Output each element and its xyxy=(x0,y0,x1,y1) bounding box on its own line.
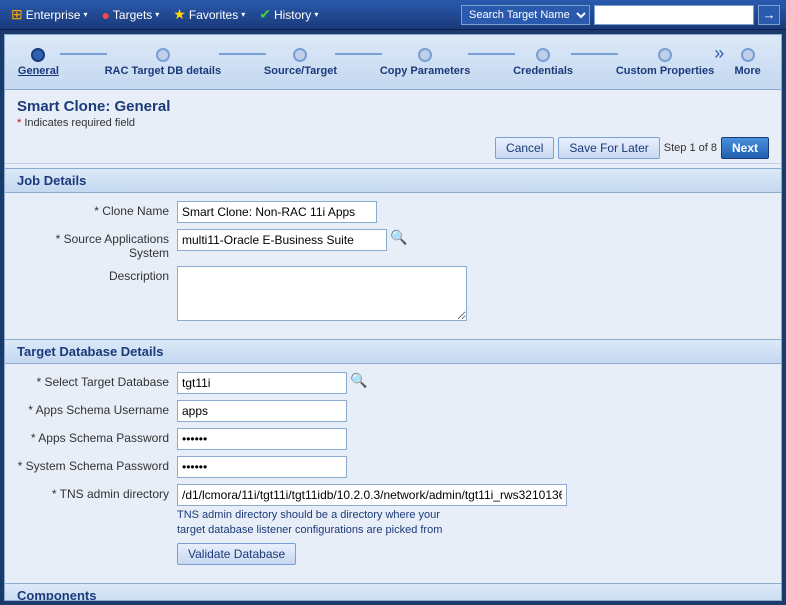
enterprise-icon: ⊞ xyxy=(11,6,23,23)
targets-icon: ● xyxy=(101,7,109,23)
top-save-for-later-button[interactable]: Save For Later xyxy=(558,137,659,159)
search-type-select[interactable]: Search Target Name xyxy=(461,5,590,25)
history-icon: ✔ xyxy=(259,6,271,23)
search-area: Search Target Name → xyxy=(461,5,780,25)
wizard-step-circle-more xyxy=(741,48,755,62)
wizard-step-label-credentials: Credentials xyxy=(513,65,573,77)
wizard-step-circle-custom xyxy=(658,48,672,62)
page-title: Smart Clone: General xyxy=(17,98,769,115)
clone-name-row: * Clone Name xyxy=(17,201,769,223)
wizard-step-general[interactable]: General xyxy=(15,48,62,77)
wizard-step-label-custom: Custom Properties xyxy=(616,65,714,77)
page-header: Smart Clone: General * Indicates require… xyxy=(5,90,781,133)
topbar-history[interactable]: ✔ History ▾ xyxy=(254,4,323,25)
apps-schema-username-label: * Apps Schema Username xyxy=(17,400,177,417)
top-step-label: Step 1 of 8 xyxy=(664,142,717,154)
topbar-favorites[interactable]: ★ Favorites ▾ xyxy=(168,4,250,25)
wizard-step-credentials[interactable]: Credentials xyxy=(513,48,573,77)
wizard-arrow: » xyxy=(714,43,724,64)
history-caret: ▾ xyxy=(314,10,318,19)
wizard-step-label-copy: Copy Parameters xyxy=(380,65,471,77)
tns-help-text: TNS admin directory should be a director… xyxy=(177,508,457,539)
wizard-connector-3 xyxy=(335,53,382,55)
required-star: * xyxy=(17,117,21,129)
apps-schema-username-row: * Apps Schema Username xyxy=(17,400,769,422)
topbar-enterprise[interactable]: ⊞ Enterprise ▾ xyxy=(6,4,92,25)
clone-name-label: * Clone Name xyxy=(17,201,177,218)
description-textarea[interactable] xyxy=(177,266,467,321)
system-schema-password-label: * System Schema Password xyxy=(17,456,177,473)
search-button[interactable]: → xyxy=(758,5,780,25)
source-apps-label: * Source Applications System xyxy=(17,229,177,260)
enterprise-caret: ▾ xyxy=(83,10,87,19)
search-input[interactable] xyxy=(594,5,754,25)
topbar-targets[interactable]: ● Targets ▾ xyxy=(96,5,164,25)
components-header: Components xyxy=(5,583,781,601)
job-details-form: * Clone Name * Source Applications Syste… xyxy=(5,193,781,335)
wizard-bar: General RAC Target DB details Source/Tar… xyxy=(5,35,781,90)
clone-name-input[interactable] xyxy=(177,201,377,223)
target-db-header: Target Database Details xyxy=(5,339,781,364)
favorites-label: Favorites xyxy=(189,8,238,22)
apps-schema-password-label: * Apps Schema Password xyxy=(17,428,177,445)
wizard-connector-4 xyxy=(468,53,515,55)
main-content: General RAC Target DB details Source/Tar… xyxy=(4,34,782,601)
wizard-connector-5 xyxy=(571,53,618,55)
source-apps-input[interactable] xyxy=(177,229,387,251)
top-next-button[interactable]: Next xyxy=(721,137,769,159)
apps-schema-username-input[interactable] xyxy=(177,400,347,422)
wizard-step-circle-credentials xyxy=(536,48,550,62)
description-label: Description xyxy=(17,266,177,283)
tns-admin-label: * TNS admin directory xyxy=(17,484,177,501)
wizard-step-custom[interactable]: Custom Properties xyxy=(616,48,714,77)
wizard-step-label-rac: RAC Target DB details xyxy=(105,65,222,77)
wizard-step-circle-general xyxy=(31,48,45,62)
job-details-header: Job Details xyxy=(5,168,781,193)
top-action-bar: Cancel Save For Later Step 1 of 8 Next xyxy=(5,133,781,164)
required-note-text: Indicates required field xyxy=(24,117,135,129)
required-note: * Indicates required field xyxy=(17,117,769,129)
favorites-icon: ★ xyxy=(173,6,186,23)
topbar: ⊞ Enterprise ▾ ● Targets ▾ ★ Favorites ▾… xyxy=(0,0,786,30)
description-row: Description xyxy=(17,266,769,321)
wizard-connector-2 xyxy=(219,53,266,55)
wizard-step-more[interactable]: More xyxy=(724,48,771,77)
tns-admin-row: * TNS admin directory TNS admin director… xyxy=(17,484,769,565)
targets-caret: ▾ xyxy=(155,10,159,19)
system-schema-password-input[interactable] xyxy=(177,456,347,478)
enterprise-label: Enterprise xyxy=(26,8,81,22)
select-target-search-button[interactable]: 🔍 xyxy=(350,372,367,389)
wizard-step-label-general: General xyxy=(18,65,59,77)
wizard-step-rac[interactable]: RAC Target DB details xyxy=(105,48,222,77)
wizard-connector-1 xyxy=(60,53,107,55)
select-target-row: * Select Target Database 🔍 xyxy=(17,372,769,394)
target-db-form: * Select Target Database 🔍 * Apps Schema… xyxy=(5,364,781,579)
source-apps-row: * Source Applications System 🔍 xyxy=(17,229,769,260)
select-target-label: * Select Target Database xyxy=(17,372,177,389)
select-target-input[interactable] xyxy=(177,372,347,394)
tns-admin-input[interactable] xyxy=(177,484,567,506)
tns-admin-value-area: TNS admin directory should be a director… xyxy=(177,484,567,565)
apps-schema-password-row: * Apps Schema Password xyxy=(17,428,769,450)
wizard-step-label-source: Source/Target xyxy=(264,65,337,77)
system-schema-password-row: * System Schema Password xyxy=(17,456,769,478)
targets-label: Targets xyxy=(113,8,152,22)
validate-database-button[interactable]: Validate Database xyxy=(177,543,296,565)
apps-schema-password-input[interactable] xyxy=(177,428,347,450)
wizard-step-source[interactable]: Source/Target xyxy=(264,48,337,77)
wizard-step-circle-rac xyxy=(156,48,170,62)
wizard-steps: General RAC Target DB details Source/Tar… xyxy=(15,43,771,82)
top-cancel-button[interactable]: Cancel xyxy=(495,137,554,159)
wizard-step-circle-source xyxy=(293,48,307,62)
history-label: History xyxy=(274,8,311,22)
wizard-step-copy[interactable]: Copy Parameters xyxy=(380,48,471,77)
wizard-step-circle-copy xyxy=(418,48,432,62)
wizard-step-label-more: More xyxy=(735,65,761,77)
source-apps-search-button[interactable]: 🔍 xyxy=(390,229,407,246)
favorites-caret: ▾ xyxy=(241,10,245,19)
